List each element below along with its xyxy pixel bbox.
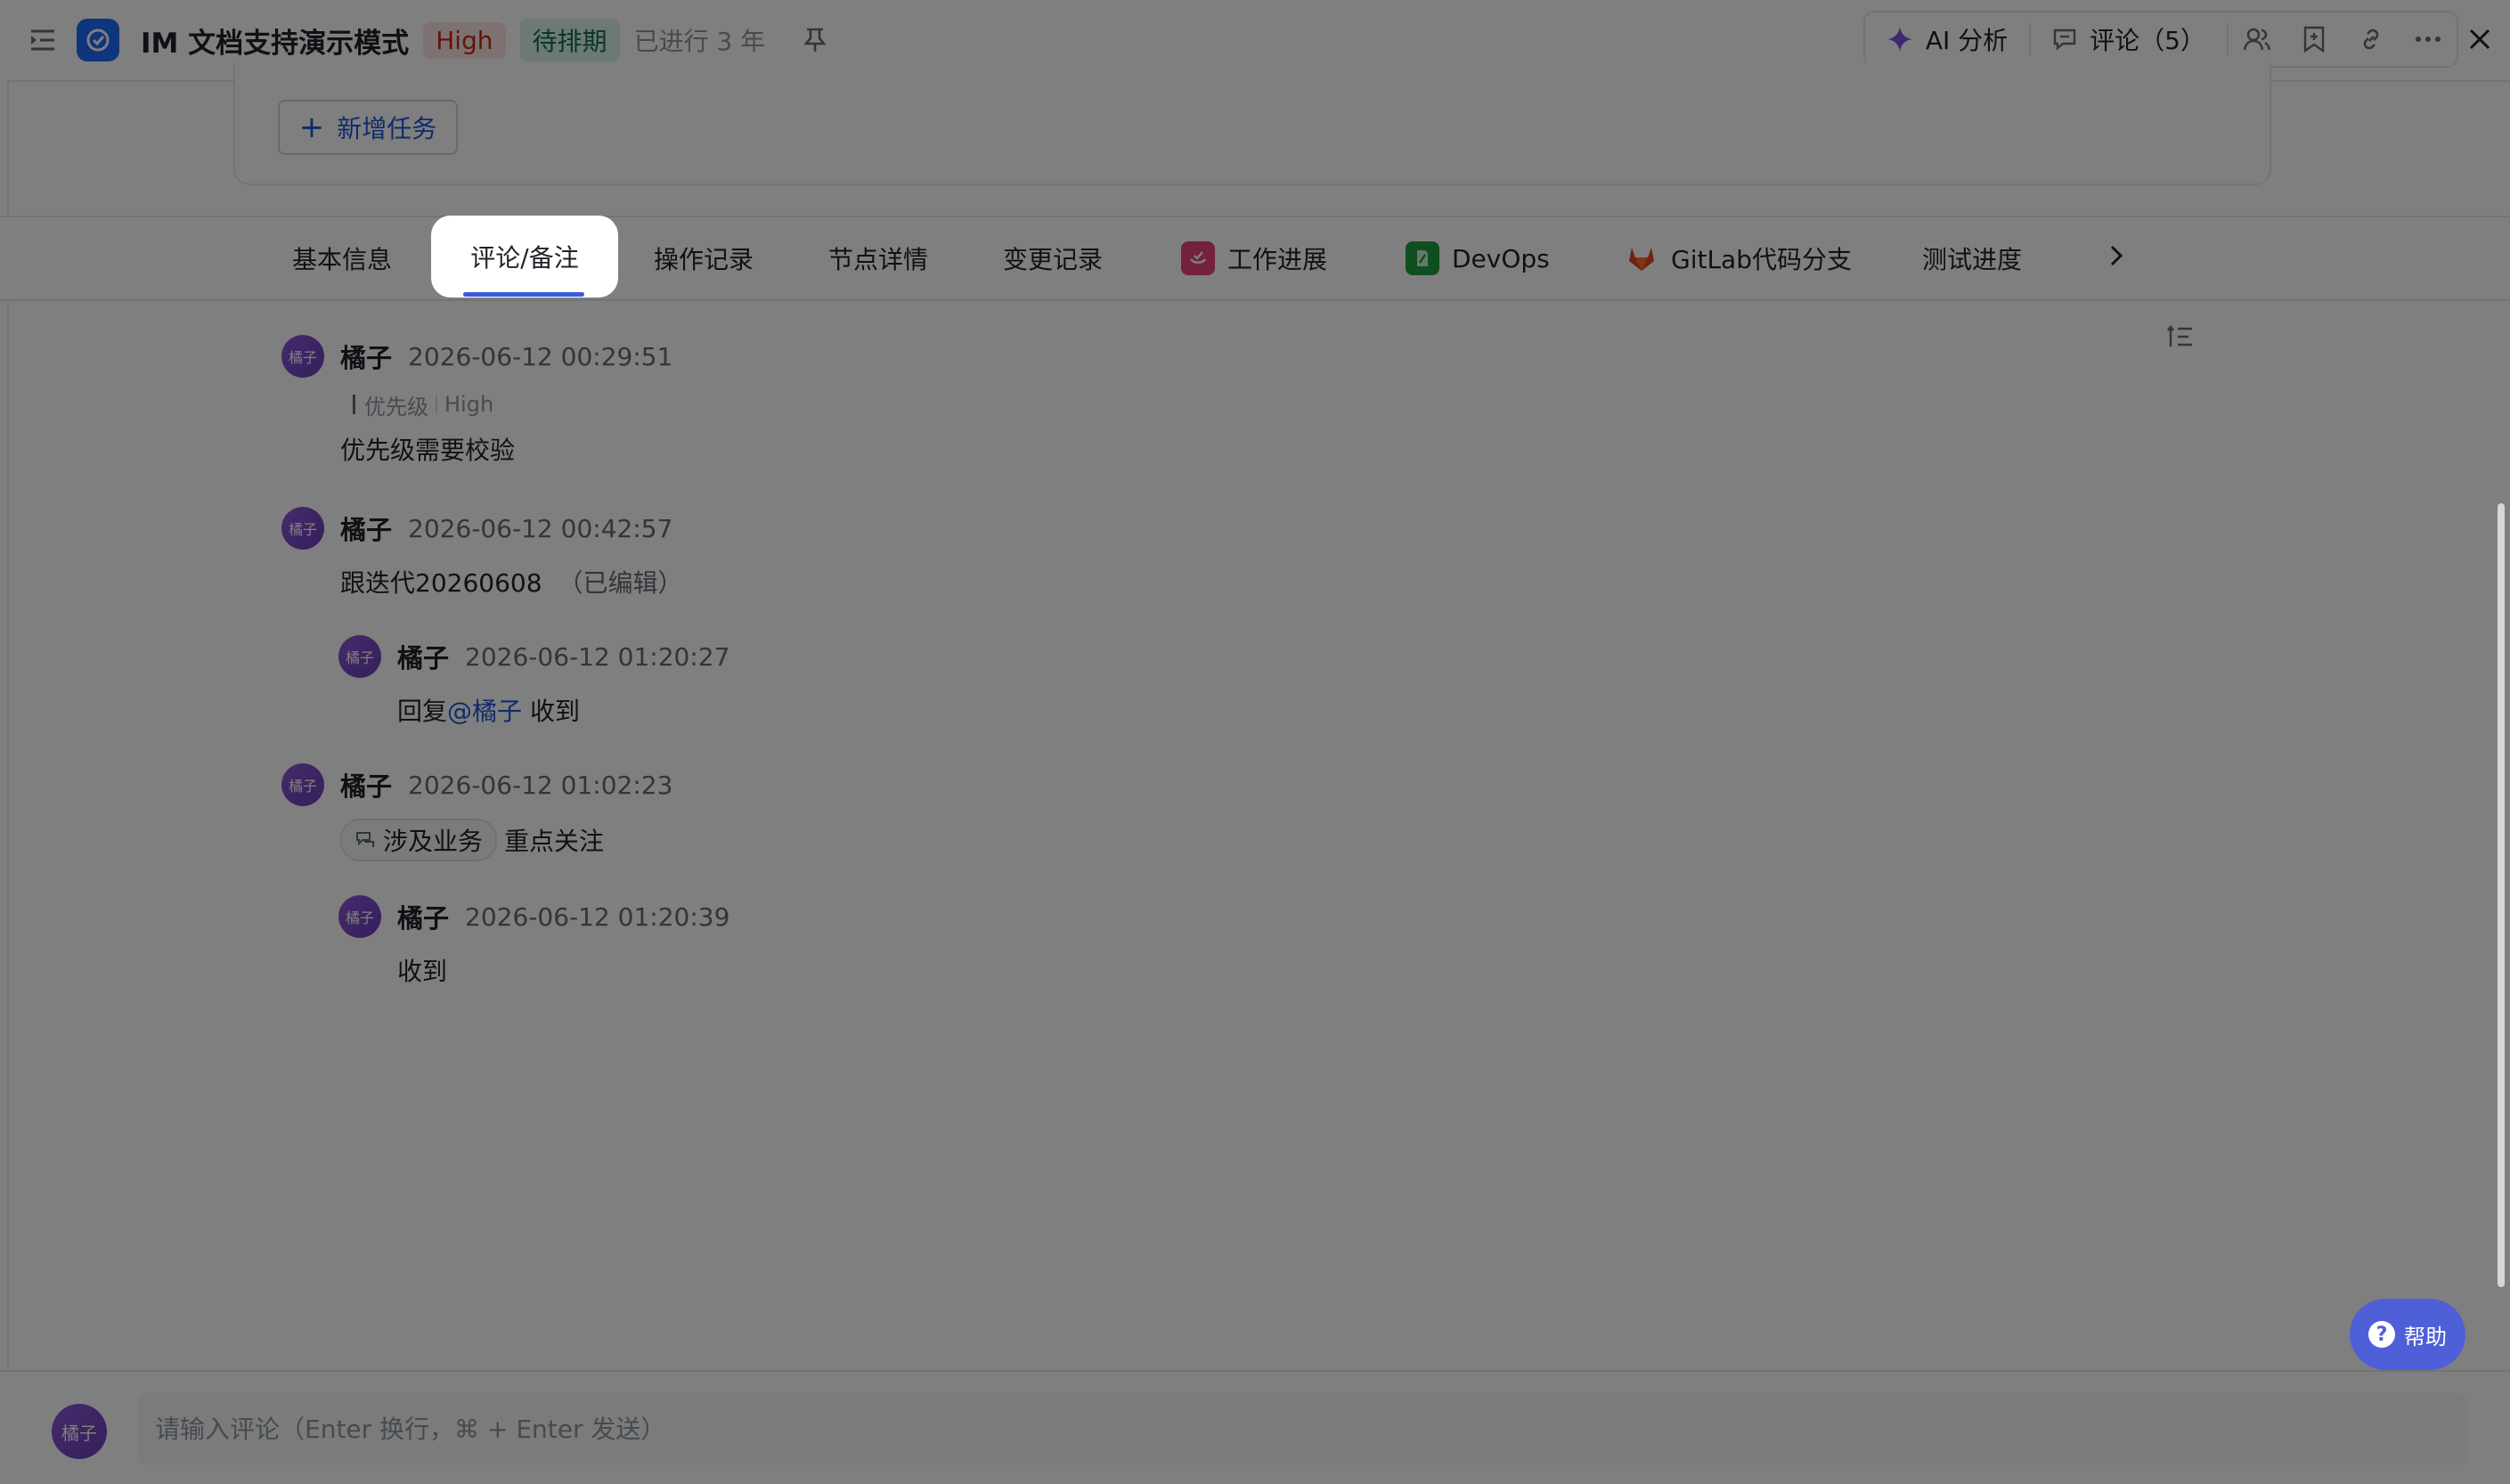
comment-body: 涉及业务 重点关注 xyxy=(340,819,672,861)
comment-time: 2026-06-12 00:29:51 xyxy=(408,341,673,371)
field-change-record: 优先级 High xyxy=(340,388,672,420)
pin-icon[interactable] xyxy=(797,22,833,58)
elapsed-time: 已进行 3 年 xyxy=(633,27,766,56)
header-tools: AI 分析 评论（5） xyxy=(1862,11,2458,68)
business-chip-label: 涉及业务 xyxy=(383,827,484,856)
comment-composer: 橘子 xyxy=(0,1370,2510,1484)
sidebar-toggle-icon[interactable] xyxy=(25,22,61,58)
reply-prefix: 回复 xyxy=(397,697,448,726)
help-icon: ? xyxy=(2368,1321,2395,1348)
tab-gitlab-branch[interactable]: GitLab代码分支 xyxy=(1625,217,1852,299)
tab-label: 变更记录 xyxy=(1003,245,1104,274)
comment-author[interactable]: 橘子 xyxy=(340,338,392,375)
comment-item: 橘子 橘子 2026-06-12 00:42:57 跟迭代20260608 （已编… xyxy=(281,505,683,599)
reply-text: 收到 xyxy=(529,697,580,726)
tab-label: 工作进展 xyxy=(1227,245,1328,274)
chevron-right-icon[interactable] xyxy=(2098,233,2134,278)
tab-label: 测试进度 xyxy=(1922,245,2023,274)
avatar[interactable]: 橘子 xyxy=(281,507,324,550)
close-icon[interactable] xyxy=(2453,12,2506,66)
comment-input[interactable] xyxy=(137,1393,2467,1464)
comment-count-label: 评论（5） xyxy=(2090,26,2205,55)
link-icon[interactable] xyxy=(2343,12,2400,66)
comment-icon xyxy=(2052,27,2077,52)
comment-item: 橘子 橘子 2026-06-12 00:29:51 优先级 High 优先级需要… xyxy=(281,333,672,467)
business-icon xyxy=(354,829,376,851)
reply-body: 回复@橘子 收到 xyxy=(397,692,729,728)
comment-text: 重点关注 xyxy=(504,827,605,856)
priority-badge[interactable]: High xyxy=(423,21,506,59)
sort-order-icon[interactable] xyxy=(2161,319,2200,355)
ai-analysis-button[interactable]: AI 分析 xyxy=(1865,12,2029,66)
tab-label: 基本信息 xyxy=(292,245,393,274)
tab-operation-log[interactable]: 操作记录 xyxy=(654,217,754,299)
sparkle-icon xyxy=(1887,26,1913,53)
avatar[interactable]: 橘子 xyxy=(281,763,324,806)
task-app-icon xyxy=(77,19,119,61)
comment-button[interactable]: 评论（5） xyxy=(2031,12,2227,66)
devops-icon xyxy=(1406,241,1439,275)
status-badge[interactable]: 待排期 xyxy=(519,19,620,61)
tab-label: 操作记录 xyxy=(654,245,754,274)
plus-icon: + xyxy=(298,110,325,145)
add-task-button[interactable]: + 新增任务 xyxy=(278,100,458,155)
reply-item: 橘子 橘子 2026-06-12 01:20:39 收到 xyxy=(338,893,729,988)
tab-test-progress[interactable]: 测试进度 xyxy=(1922,217,2022,299)
tab-node-details[interactable]: 节点详情 xyxy=(828,217,928,299)
tab-label: GitLab代码分支 xyxy=(1671,245,1852,274)
avatar[interactable]: 橘子 xyxy=(338,895,381,938)
gitlab-icon xyxy=(1625,241,1658,275)
tab-change-log[interactable]: 变更记录 xyxy=(1003,217,1103,299)
reply-time: 2026-06-12 01:20:27 xyxy=(465,641,730,672)
avatar[interactable]: 橘子 xyxy=(52,1404,107,1459)
work-progress-icon xyxy=(1181,241,1215,275)
tab-comments[interactable]: 评论/备注 xyxy=(431,216,618,298)
comment-author[interactable]: 橘子 xyxy=(340,510,392,547)
more-icon[interactable] xyxy=(2400,12,2457,66)
help-button[interactable]: ? 帮助 xyxy=(2350,1299,2465,1370)
comment-item: 橘子 橘子 2026-06-12 01:02:23 涉及业务 重点关注 xyxy=(281,762,672,861)
comment-author[interactable]: 橘子 xyxy=(340,766,392,803)
mention-link[interactable]: @橘子 xyxy=(447,697,522,726)
reply-author[interactable]: 橘子 xyxy=(397,898,449,935)
reply-body: 收到 xyxy=(397,957,448,986)
tab-label: 节点详情 xyxy=(828,245,929,274)
reply-item: 橘子 橘子 2026-06-12 01:20:27 回复@橘子 收到 xyxy=(338,633,729,728)
field-bar xyxy=(353,395,355,414)
subtask-card: + 新增任务 xyxy=(233,62,2271,185)
tab-work-progress[interactable]: 工作进展 xyxy=(1181,217,1327,299)
edited-marker: （已编辑） xyxy=(558,568,683,598)
page-title: IM 文档支持演示模式 xyxy=(141,27,410,60)
members-icon[interactable] xyxy=(2229,12,2286,66)
field-separator xyxy=(436,395,437,413)
avatar[interactable]: 橘子 xyxy=(338,635,381,678)
ai-analysis-label: AI 分析 xyxy=(1925,26,2009,55)
reply-author[interactable]: 橘子 xyxy=(397,638,449,675)
scrollbar[interactable] xyxy=(2498,503,2505,1287)
tab-label: DevOps xyxy=(1452,243,1550,273)
avatar[interactable]: 橘子 xyxy=(281,335,324,378)
add-task-label: 新增任务 xyxy=(337,114,437,143)
reply-time: 2026-06-12 01:20:39 xyxy=(465,901,730,932)
tab-basic-info[interactable]: 基本信息 xyxy=(292,217,392,299)
help-label: 帮助 xyxy=(2404,1324,2447,1349)
active-tab-indicator xyxy=(463,292,584,297)
tab-devops[interactable]: DevOps xyxy=(1406,217,1550,299)
comment-text: 跟迭代20260608 xyxy=(340,568,542,598)
tool-group: AI 分析 评论（5） xyxy=(1862,11,2458,68)
comment-time: 2026-06-12 01:02:23 xyxy=(408,770,673,800)
business-chip[interactable]: 涉及业务 xyxy=(340,819,498,861)
tab-label: 评论/备注 xyxy=(470,243,579,273)
field-name: 优先级 xyxy=(364,394,428,420)
bookmark-icon[interactable] xyxy=(2286,12,2343,66)
comment-body: 优先级需要校验 xyxy=(340,436,516,465)
field-value: High xyxy=(444,392,494,417)
comment-time: 2026-06-12 00:42:57 xyxy=(408,513,673,543)
comment-body: 跟迭代20260608 （已编辑） xyxy=(340,564,683,599)
